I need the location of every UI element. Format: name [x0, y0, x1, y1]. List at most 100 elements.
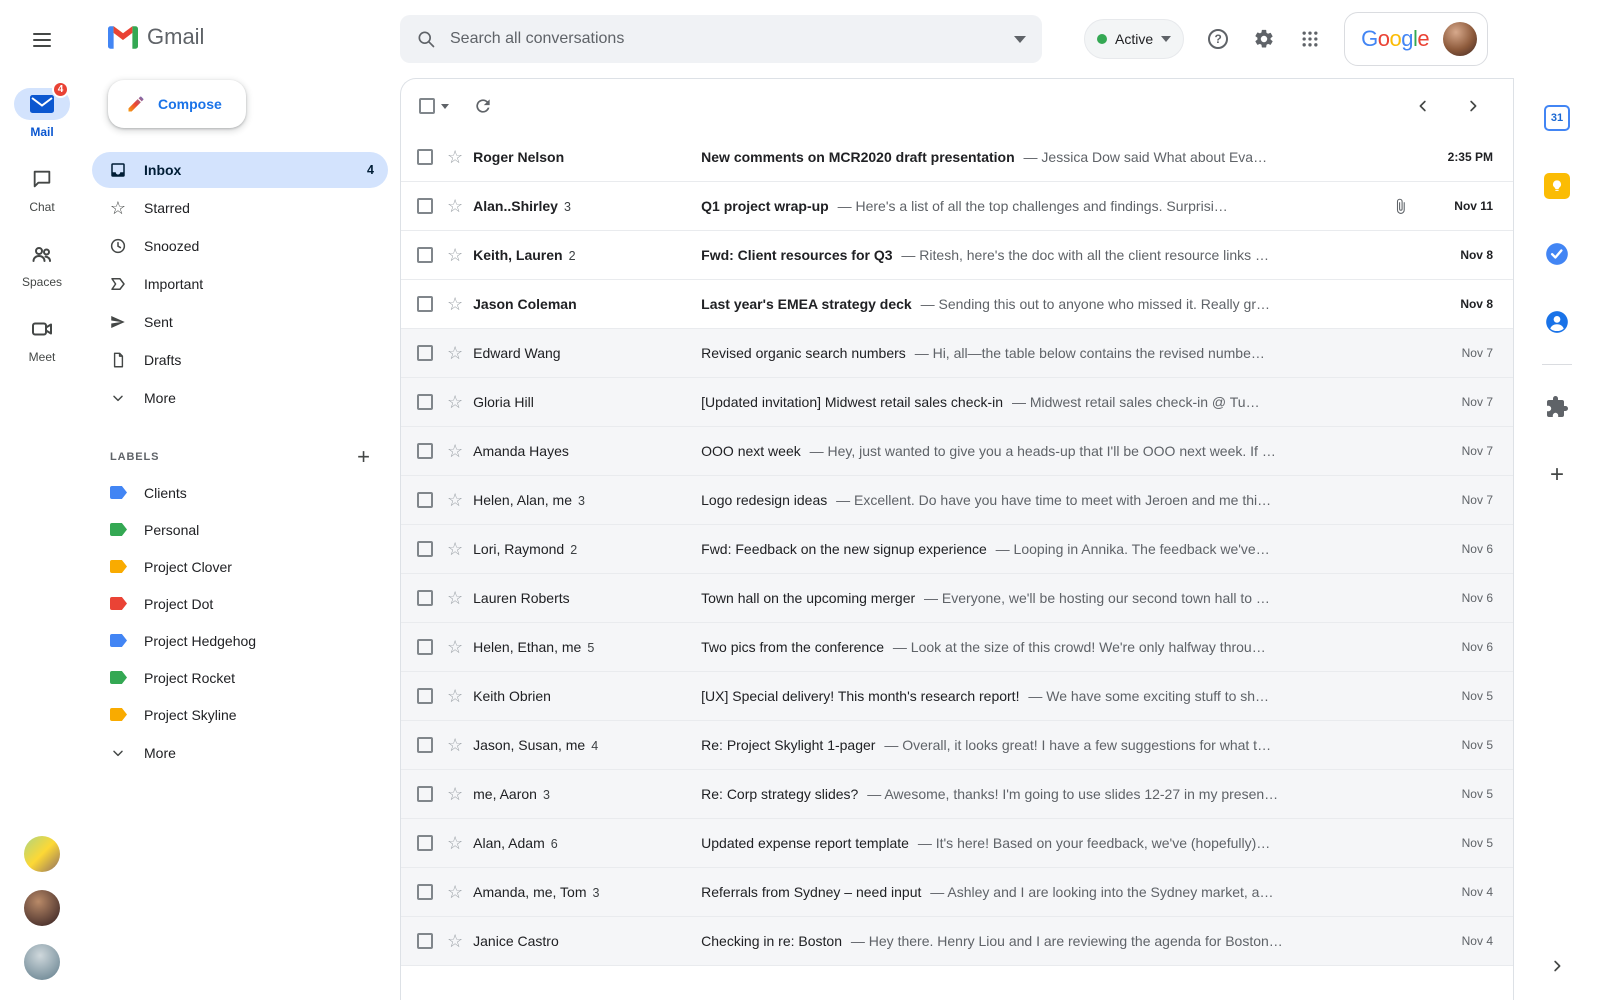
search-input[interactable] [448, 29, 1002, 49]
email-row[interactable]: ☆ Alan, Adam 6 Updated expense report te… [401, 819, 1513, 868]
row-checkbox[interactable] [417, 933, 433, 949]
sidebar-item-sent[interactable]: Sent [92, 304, 388, 340]
sidebar-item-inbox[interactable]: Inbox 4 [92, 152, 388, 188]
email-row[interactable]: ☆ Keith, Lauren 2 Fwd: Client resources … [401, 231, 1513, 280]
avatar[interactable] [24, 890, 60, 926]
older-page-button[interactable] [1453, 86, 1493, 126]
refresh-button[interactable] [463, 86, 503, 126]
select-all-checkbox[interactable] [419, 98, 435, 114]
email-row[interactable]: ☆ Amanda Hayes OOO next week — Hey, just… [401, 427, 1513, 476]
star-icon[interactable]: ☆ [447, 393, 463, 411]
row-checkbox[interactable] [417, 443, 433, 459]
row-checkbox[interactable] [417, 884, 433, 900]
avatar[interactable] [24, 944, 60, 980]
email-row[interactable]: ☆ Jason, Susan, me 4 Re: Project Skyligh… [401, 721, 1513, 770]
thread-count: 3 [593, 886, 600, 900]
add-label-button[interactable]: + [351, 444, 376, 470]
star-icon[interactable]: ☆ [447, 344, 463, 362]
sidebar-label[interactable]: Project Hedgehog [92, 622, 388, 659]
compose-button[interactable]: Compose [108, 80, 246, 128]
email-row[interactable]: ☆ Alan..Shirley 3 Q1 project wrap-up — H… [401, 182, 1513, 231]
row-checkbox[interactable] [417, 786, 433, 802]
row-checkbox[interactable] [417, 247, 433, 263]
star-icon[interactable]: ☆ [447, 785, 463, 803]
menu-icon[interactable] [18, 16, 66, 64]
sidebar-label[interactable]: Project Clover [92, 548, 388, 585]
sidebar-label[interactable]: Project Dot [92, 585, 388, 622]
newer-page-button[interactable] [1403, 86, 1443, 126]
addons-button[interactable] [1537, 387, 1577, 427]
sidebar-item-snoozed[interactable]: Snoozed [92, 228, 388, 264]
row-checkbox[interactable] [417, 541, 433, 557]
search-options-caret-icon[interactable] [1014, 36, 1026, 43]
star-icon[interactable]: ☆ [447, 932, 463, 950]
star-icon[interactable]: ☆ [447, 687, 463, 705]
tasks-button[interactable] [1537, 234, 1577, 274]
star-icon[interactable]: ☆ [447, 148, 463, 166]
sidebar-label[interactable]: Project Rocket [92, 659, 388, 696]
email-date: Nov 8 [1419, 248, 1493, 262]
email-row[interactable]: ☆ Jason Coleman Last year's EMEA strateg… [401, 280, 1513, 329]
star-icon[interactable]: ☆ [447, 638, 463, 656]
get-addons-button[interactable]: + [1537, 455, 1577, 495]
sidebar-item-important[interactable]: Important [92, 266, 388, 302]
star-icon[interactable]: ☆ [447, 197, 463, 215]
rail-item-mail[interactable]: 4 Mail [14, 88, 70, 139]
email-row[interactable]: ☆ Helen, Alan, me 3 Logo redesign ideas … [401, 476, 1513, 525]
row-checkbox[interactable] [417, 492, 433, 508]
email-row[interactable]: ☆ Helen, Ethan, me 5 Two pics from the c… [401, 623, 1513, 672]
star-icon[interactable]: ☆ [447, 834, 463, 852]
star-icon[interactable]: ☆ [447, 883, 463, 901]
email-row[interactable]: ☆ Janice Castro Checking in re: Boston —… [401, 917, 1513, 966]
side-panel-toggle[interactable] [1537, 946, 1577, 986]
star-icon[interactable]: ☆ [447, 491, 463, 509]
email-row[interactable]: ☆ Keith Obrien [UX] Special delivery! Th… [401, 672, 1513, 721]
row-checkbox[interactable] [417, 296, 433, 312]
email-row[interactable]: ☆ Lori, Raymond 2 Fwd: Feedback on the n… [401, 525, 1513, 574]
keep-button[interactable] [1537, 166, 1577, 206]
rail-item-spaces[interactable]: Spaces [14, 238, 70, 289]
row-checkbox[interactable] [417, 590, 433, 606]
contacts-button[interactable] [1537, 302, 1577, 342]
row-checkbox[interactable] [417, 149, 433, 165]
sidebar-item-drafts[interactable]: Drafts [92, 342, 388, 378]
row-checkbox[interactable] [417, 835, 433, 851]
avatar[interactable] [24, 836, 60, 872]
profile-avatar[interactable] [1443, 22, 1477, 56]
star-icon[interactable]: ☆ [447, 442, 463, 460]
row-checkbox[interactable] [417, 198, 433, 214]
email-row[interactable]: ☆ Edward Wang Revised organic search num… [401, 329, 1513, 378]
email-row[interactable]: ☆ Amanda, me, Tom 3 Referrals from Sydne… [401, 868, 1513, 917]
sidebar-item-starred[interactable]: ☆ Starred [92, 190, 388, 226]
sidebar-label[interactable]: Clients [92, 474, 388, 511]
rail-item-meet[interactable]: Meet [14, 313, 70, 364]
rail-avatars [24, 836, 60, 980]
sidebar-item-more[interactable]: More [92, 380, 388, 416]
row-checkbox[interactable] [417, 639, 433, 655]
star-icon[interactable]: ☆ [447, 736, 463, 754]
rail-item-chat[interactable]: Chat [14, 163, 70, 214]
row-checkbox[interactable] [417, 394, 433, 410]
pencil-icon [126, 94, 146, 114]
status-pill[interactable]: Active [1084, 19, 1184, 59]
account-switcher[interactable]: Google [1344, 12, 1488, 66]
sidebar-label[interactable]: Project Skyline [92, 696, 388, 733]
select-caret-icon[interactable] [441, 104, 449, 109]
email-row[interactable]: ☆ Roger Nelson New comments on MCR2020 d… [401, 133, 1513, 182]
email-row[interactable]: ☆ me, Aaron 3 Re: Corp strategy slides? … [401, 770, 1513, 819]
star-icon[interactable]: ☆ [447, 246, 463, 264]
star-icon[interactable]: ☆ [447, 295, 463, 313]
apps-grid-button[interactable] [1288, 17, 1332, 61]
star-icon[interactable]: ☆ [447, 589, 463, 607]
sidebar-label[interactable]: Personal [92, 511, 388, 548]
settings-button[interactable] [1242, 17, 1286, 61]
row-checkbox[interactable] [417, 345, 433, 361]
row-checkbox[interactable] [417, 737, 433, 753]
row-checkbox[interactable] [417, 688, 433, 704]
email-row[interactable]: ☆ Lauren Roberts Town hall on the upcomi… [401, 574, 1513, 623]
email-row[interactable]: ☆ Gloria Hill [Updated invitation] Midwe… [401, 378, 1513, 427]
sidebar-labels-more[interactable]: More [92, 735, 388, 771]
star-icon[interactable]: ☆ [447, 540, 463, 558]
calendar-button[interactable]: 31 [1537, 98, 1577, 138]
help-button[interactable]: ? [1196, 17, 1240, 61]
